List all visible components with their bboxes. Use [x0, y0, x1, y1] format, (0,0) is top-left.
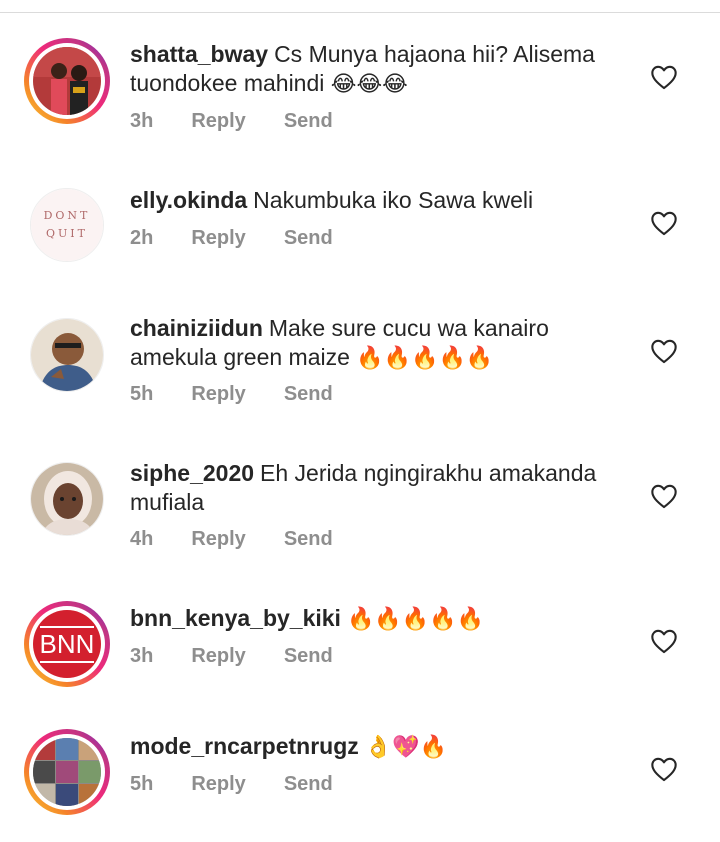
comment-timestamp: 4h	[130, 528, 154, 550]
comment-emojis: 🔥🔥🔥🔥🔥	[356, 346, 494, 371]
comment-timestamp: 3h	[130, 645, 154, 667]
heart-outline-icon[interactable]	[650, 756, 678, 782]
comment-username[interactable]: shatta_bway	[130, 41, 268, 67]
heart-outline-icon[interactable]	[650, 628, 678, 654]
reply-button[interactable]: Reply	[191, 645, 245, 667]
heart-outline-icon[interactable]	[650, 338, 678, 364]
comment-username[interactable]: siphe_2020	[130, 460, 254, 486]
send-button[interactable]: Send	[284, 383, 333, 405]
comment-username[interactable]: elly.okinda	[130, 187, 247, 213]
send-button[interactable]: Send	[284, 773, 333, 795]
comment-emojis: 👌💖🔥	[364, 735, 447, 760]
comment-timestamp: 5h	[130, 773, 154, 795]
heart-outline-icon[interactable]	[650, 210, 678, 236]
avatar[interactable]	[30, 318, 104, 392]
send-button[interactable]: Send	[284, 645, 333, 667]
reply-button[interactable]: Reply	[191, 773, 245, 795]
avatar	[33, 738, 101, 806]
avatar-story-ring[interactable]	[24, 38, 110, 124]
comment-text: Nakumbuka iko Sawa kweli	[253, 187, 534, 213]
avatar[interactable]: DONT QUIT	[30, 188, 104, 262]
heart-outline-icon[interactable]	[650, 483, 678, 509]
avatar: BNN	[33, 610, 101, 678]
comment-username[interactable]: bnn_kenya_by_kiki	[130, 605, 341, 631]
send-button[interactable]: Send	[284, 110, 333, 132]
comment-timestamp: 3h	[130, 110, 154, 132]
reply-button[interactable]: Reply	[191, 110, 245, 132]
comment-timestamp: 5h	[130, 383, 154, 405]
comment-emojis: 😂😂😂	[330, 72, 408, 97]
comment-username[interactable]: chainiziidun	[130, 315, 263, 341]
send-button[interactable]: Send	[284, 528, 333, 550]
avatar-text: DONT	[43, 209, 91, 222]
avatar-story-ring[interactable]	[24, 729, 110, 815]
top-divider	[0, 12, 720, 13]
heart-outline-icon[interactable]	[650, 64, 678, 90]
avatar-text: QUIT	[46, 227, 88, 240]
comment-timestamp: 2h	[130, 227, 154, 249]
avatar-text: BNN	[39, 625, 95, 663]
avatar[interactable]	[30, 462, 104, 536]
comment-emojis: 🔥🔥🔥🔥🔥	[346, 607, 484, 632]
avatar-story-ring[interactable]: BNN	[24, 601, 110, 687]
send-button[interactable]: Send	[284, 227, 333, 249]
reply-button[interactable]: Reply	[191, 528, 245, 550]
avatar	[33, 47, 101, 115]
reply-button[interactable]: Reply	[191, 383, 245, 405]
reply-button[interactable]: Reply	[191, 227, 245, 249]
comment-username[interactable]: mode_rncarpetnrugz	[130, 733, 359, 759]
